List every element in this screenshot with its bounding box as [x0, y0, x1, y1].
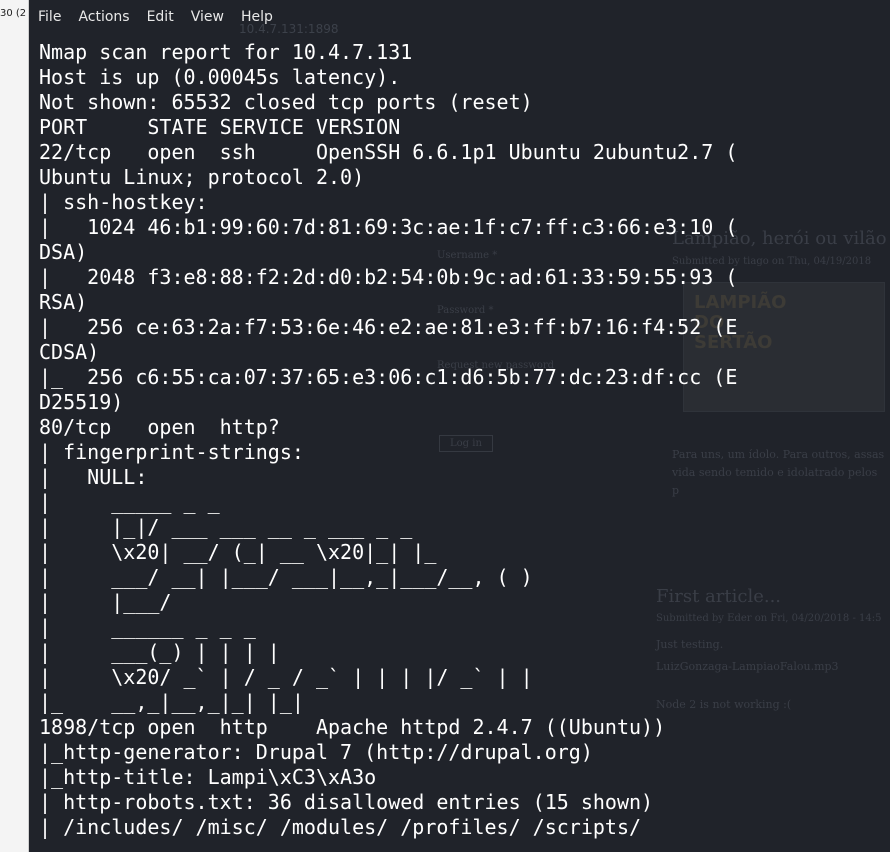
terminal-line: | _____ _ _	[39, 490, 220, 514]
menu-edit[interactable]: Edit	[138, 9, 182, 25]
terminal-line: | \x20| __/ (_| __ \x20|_| |_	[39, 540, 437, 564]
terminal-line: Ubuntu Linux; protocol 2.0)	[39, 165, 365, 189]
terminal-line: Host is up (0.00045s latency).	[39, 65, 401, 89]
terminal-line: | /includes/ /misc/ /modules/ /profiles/…	[39, 815, 642, 839]
terminal-line: | ___/ __| |___/ ___|__,_|___/__, ( )	[39, 565, 533, 589]
terminal-line: |_ __,_|__,_|_| |_|	[39, 690, 304, 714]
terminal-menubar: File Actions Edit View Help	[29, 0, 890, 34]
terminal-line: Nmap scan report for 10.4.7.131	[39, 40, 413, 64]
terminal-line: | |___/	[39, 590, 172, 614]
menu-file[interactable]: File	[29, 9, 69, 25]
terminal-line: PORT STATE SERVICE VERSION	[39, 115, 401, 139]
terminal-window[interactable]: 10.4.7.131:1898 Username * Password * Re…	[29, 0, 890, 852]
terminal-line: | http-robots.txt: 36 disallowed entries…	[39, 790, 654, 814]
terminal-line: 22/tcp open ssh OpenSSH 6.6.1p1 Ubuntu 2…	[39, 140, 738, 164]
terminal-line: RSA)	[39, 290, 88, 314]
terminal-line: CDSA)	[39, 340, 100, 364]
terminal-line: | 256 ce:63:2a:f7:53:6e:46:e2:ae:81:e3:f…	[39, 315, 738, 339]
terminal-line: D25519)	[39, 390, 124, 414]
terminal-line: | NULL:	[39, 465, 160, 489]
terminal-line: | \x20/ _` | / _ / _` | | | |/ _` | |	[39, 665, 533, 689]
terminal-line: | fingerprint-strings:	[39, 440, 316, 464]
terminal-line: 80/tcp open http?	[39, 415, 280, 439]
terminal-output[interactable]: Nmap scan report for 10.4.7.131 Host is u…	[39, 40, 737, 840]
terminal-line: 1898/tcp open http Apache httpd 2.4.7 ((…	[39, 715, 666, 739]
menu-actions[interactable]: Actions	[69, 9, 137, 25]
terminal-line: |_http-title: Lampi\xC3\xA3o	[39, 765, 377, 789]
terminal-line: | ssh-hostkey:	[39, 190, 220, 214]
background-window-edge: 30 (2	[0, 0, 29, 852]
terminal-line: |_ 256 c6:55:ca:07:37:65:e3:06:c1:d6:5b:…	[39, 365, 738, 389]
menu-help[interactable]: Help	[232, 9, 281, 25]
terminal-line: Not shown: 65532 closed tcp ports (reset…	[39, 90, 533, 114]
terminal-line: | ___(_) | | | |	[39, 640, 280, 664]
terminal-line: |_http-generator: Drupal 7 (http://drupa…	[39, 740, 593, 764]
terminal-line: | 2048 f3:e8:88:f2:2d:d0:b2:54:0b:9c:ad:…	[39, 265, 738, 289]
terminal-line: | ______ _ _ _	[39, 615, 256, 639]
terminal-line: | 1024 46:b1:99:60:7d:81:69:3c:ae:1f:c7:…	[39, 215, 738, 239]
background-window-text: 30 (2	[0, 8, 27, 19]
menu-view[interactable]: View	[182, 9, 232, 25]
terminal-scrollbar[interactable]	[884, 34, 890, 852]
terminal-line: | |_|/ ___ ___ __ _ ___ _ _	[39, 515, 413, 539]
terminal-line: DSA)	[39, 240, 88, 264]
